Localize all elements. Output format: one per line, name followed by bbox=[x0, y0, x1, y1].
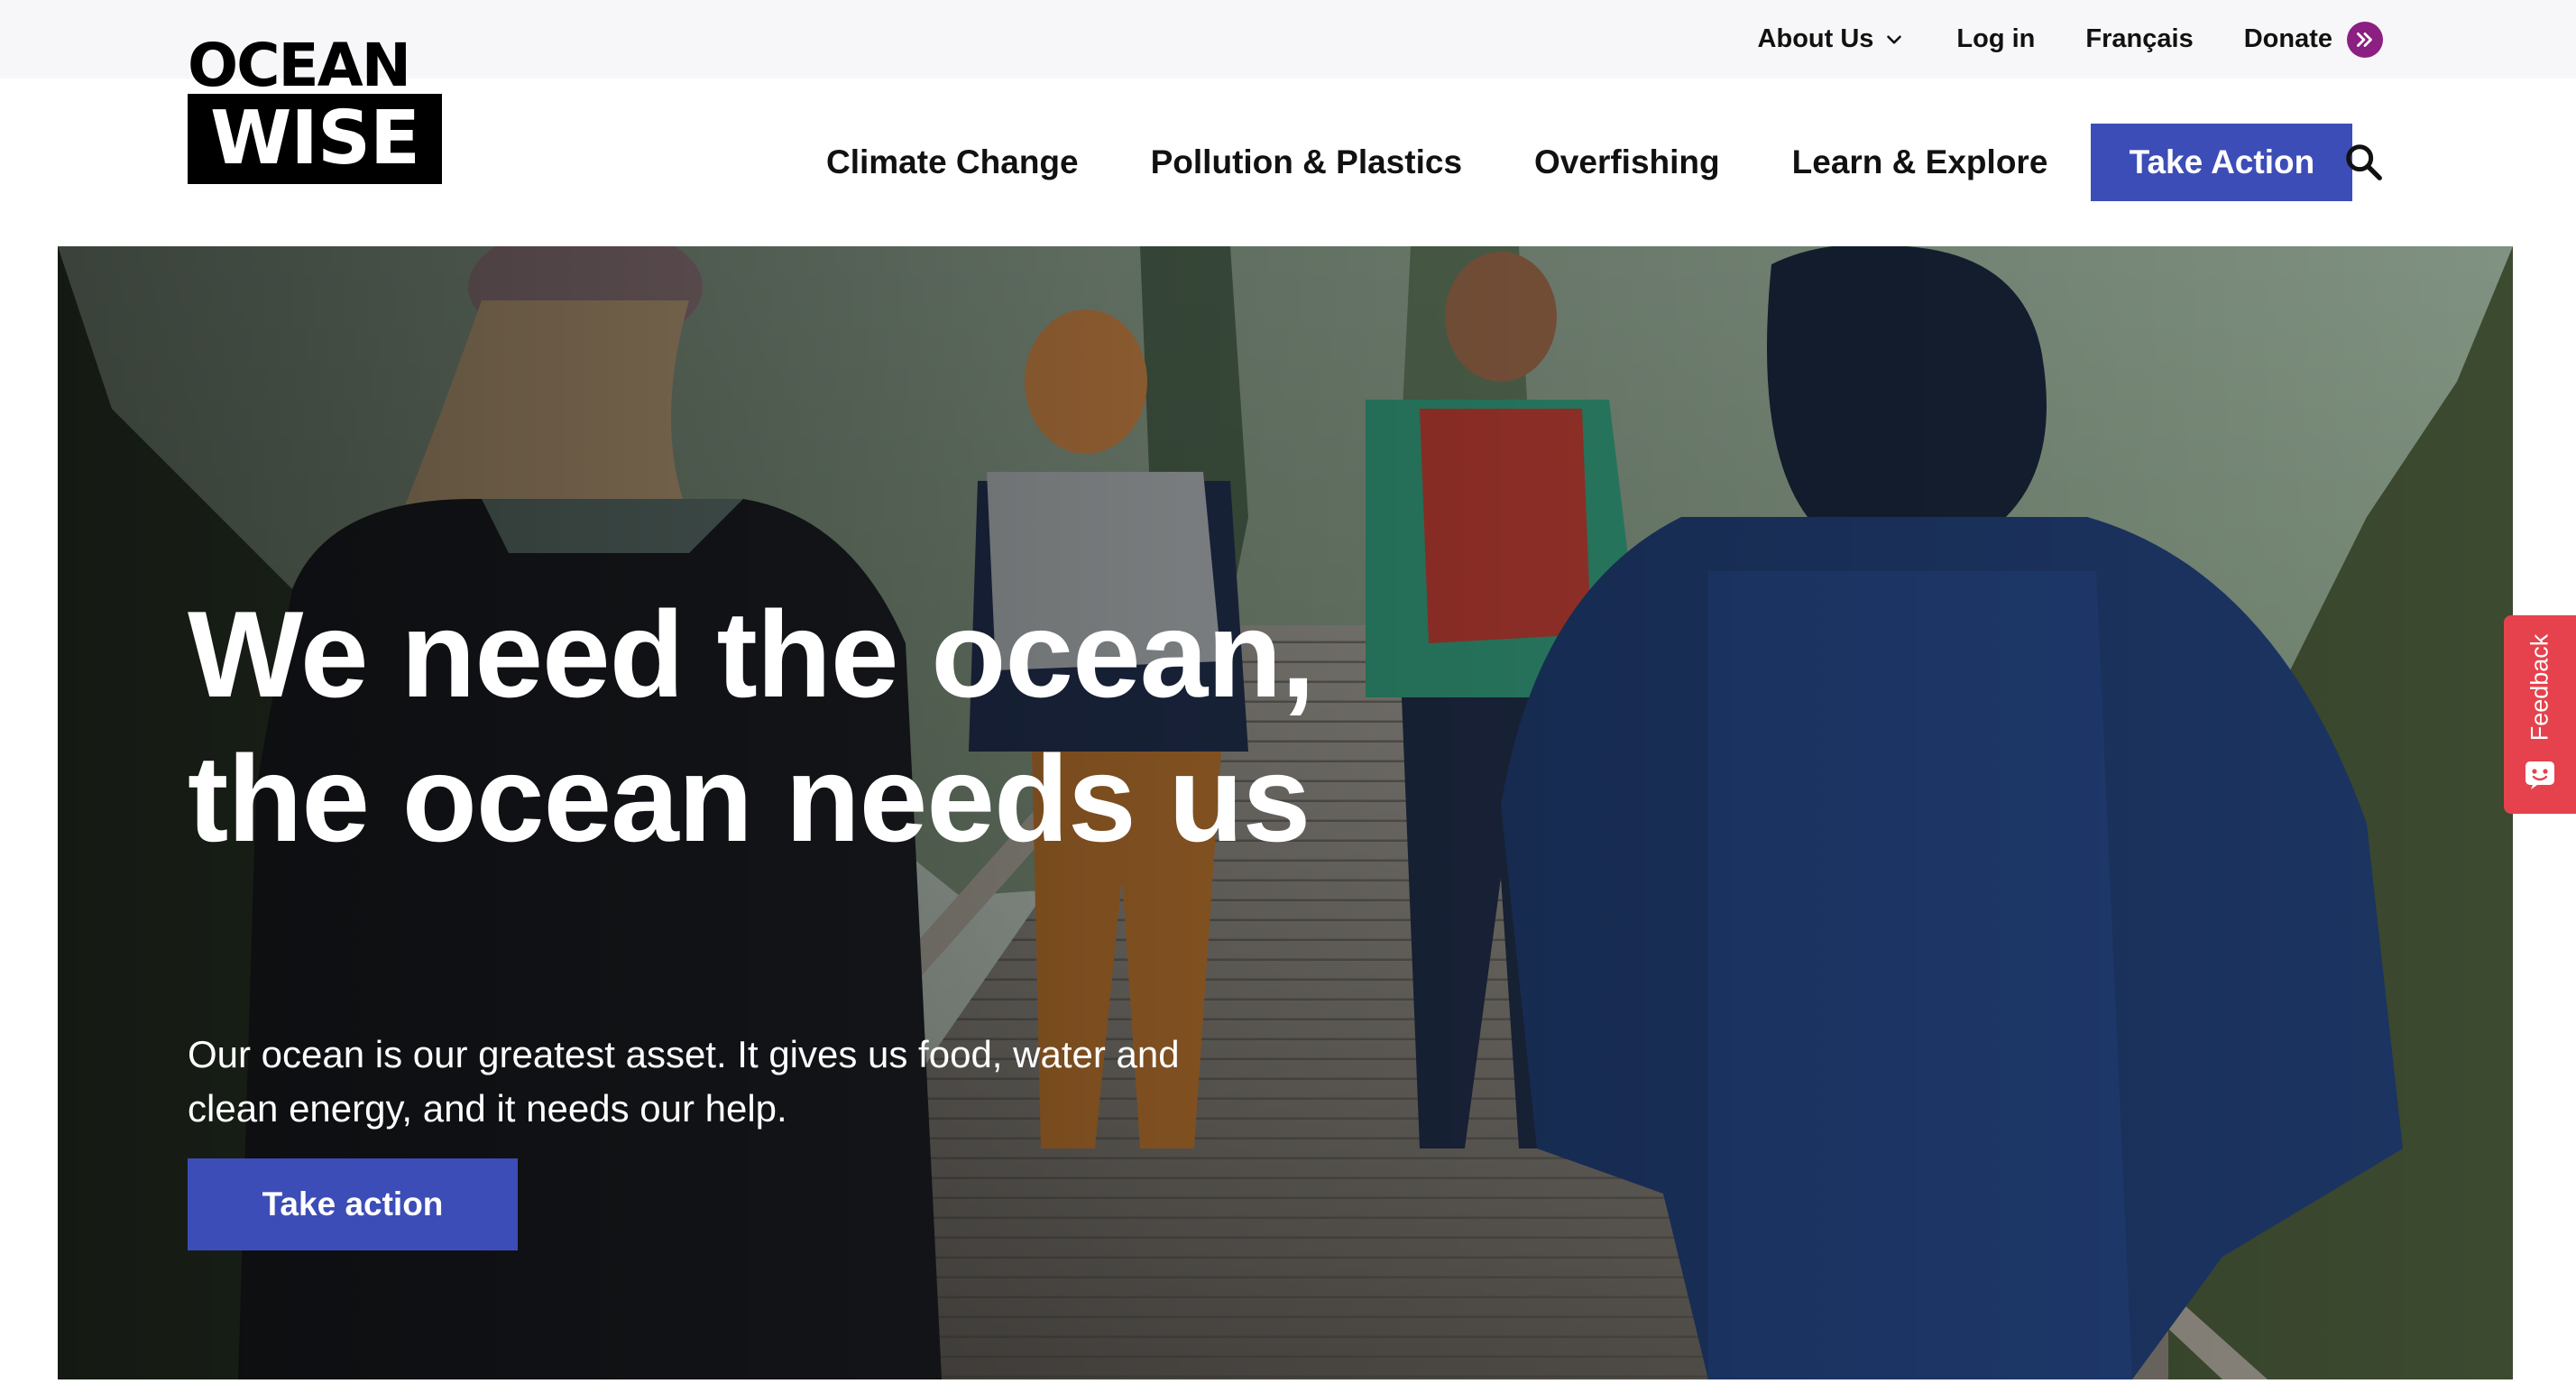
donate-link[interactable]: Donate bbox=[2243, 21, 2383, 58]
language-link[interactable]: Français bbox=[2085, 24, 2193, 54]
feedback-label: Feedback bbox=[2525, 633, 2553, 742]
nav-climate-change[interactable]: Climate Change bbox=[826, 143, 1079, 181]
smiley-icon bbox=[2525, 761, 2554, 789]
ocean-wise-logo[interactable]: OCEAN WISE bbox=[188, 31, 442, 184]
nav-pollution-plastics[interactable]: Pollution & Plastics bbox=[1151, 143, 1462, 181]
double-chevron-right-icon bbox=[2347, 21, 2383, 58]
about-us-label: About Us bbox=[1757, 24, 1874, 53]
logo-top-text: OCEAN bbox=[188, 31, 411, 100]
main-nav: Climate Change Pollution & Plastics Over… bbox=[826, 124, 2353, 201]
logo-bottom-text: WISE bbox=[209, 96, 420, 181]
logo-top-row: OCEAN bbox=[188, 31, 442, 100]
about-us-menu[interactable]: About Us bbox=[1758, 24, 1907, 54]
feedback-tab[interactable]: Feedback bbox=[2504, 615, 2576, 814]
hero-section: We need the ocean, the ocean needs us Ou… bbox=[58, 246, 2513, 1379]
take-action-button[interactable]: Take Action bbox=[2091, 124, 2353, 201]
nav-learn-explore[interactable]: Learn & Explore bbox=[1792, 143, 2048, 181]
chevron-down-icon bbox=[1887, 34, 1902, 44]
search-icon[interactable] bbox=[2343, 142, 2385, 183]
hero-take-action-button[interactable]: Take action bbox=[188, 1158, 518, 1250]
utility-nav: About Us Log in Français Donate bbox=[1758, 0, 2383, 78]
language-label: Français bbox=[2085, 24, 2194, 53]
login-label: Log in bbox=[1956, 24, 2036, 53]
donate-label: Donate bbox=[2243, 24, 2332, 53]
hero-subtitle: Our ocean is our greatest asset. It give… bbox=[188, 1033, 1180, 1130]
nav-overfishing[interactable]: Overfishing bbox=[1534, 143, 1720, 181]
login-link[interactable]: Log in bbox=[1956, 24, 2035, 54]
hero-title: We need the ocean, the ocean needs us bbox=[188, 586, 1315, 867]
logo-bottom-block: WISE bbox=[188, 94, 442, 184]
